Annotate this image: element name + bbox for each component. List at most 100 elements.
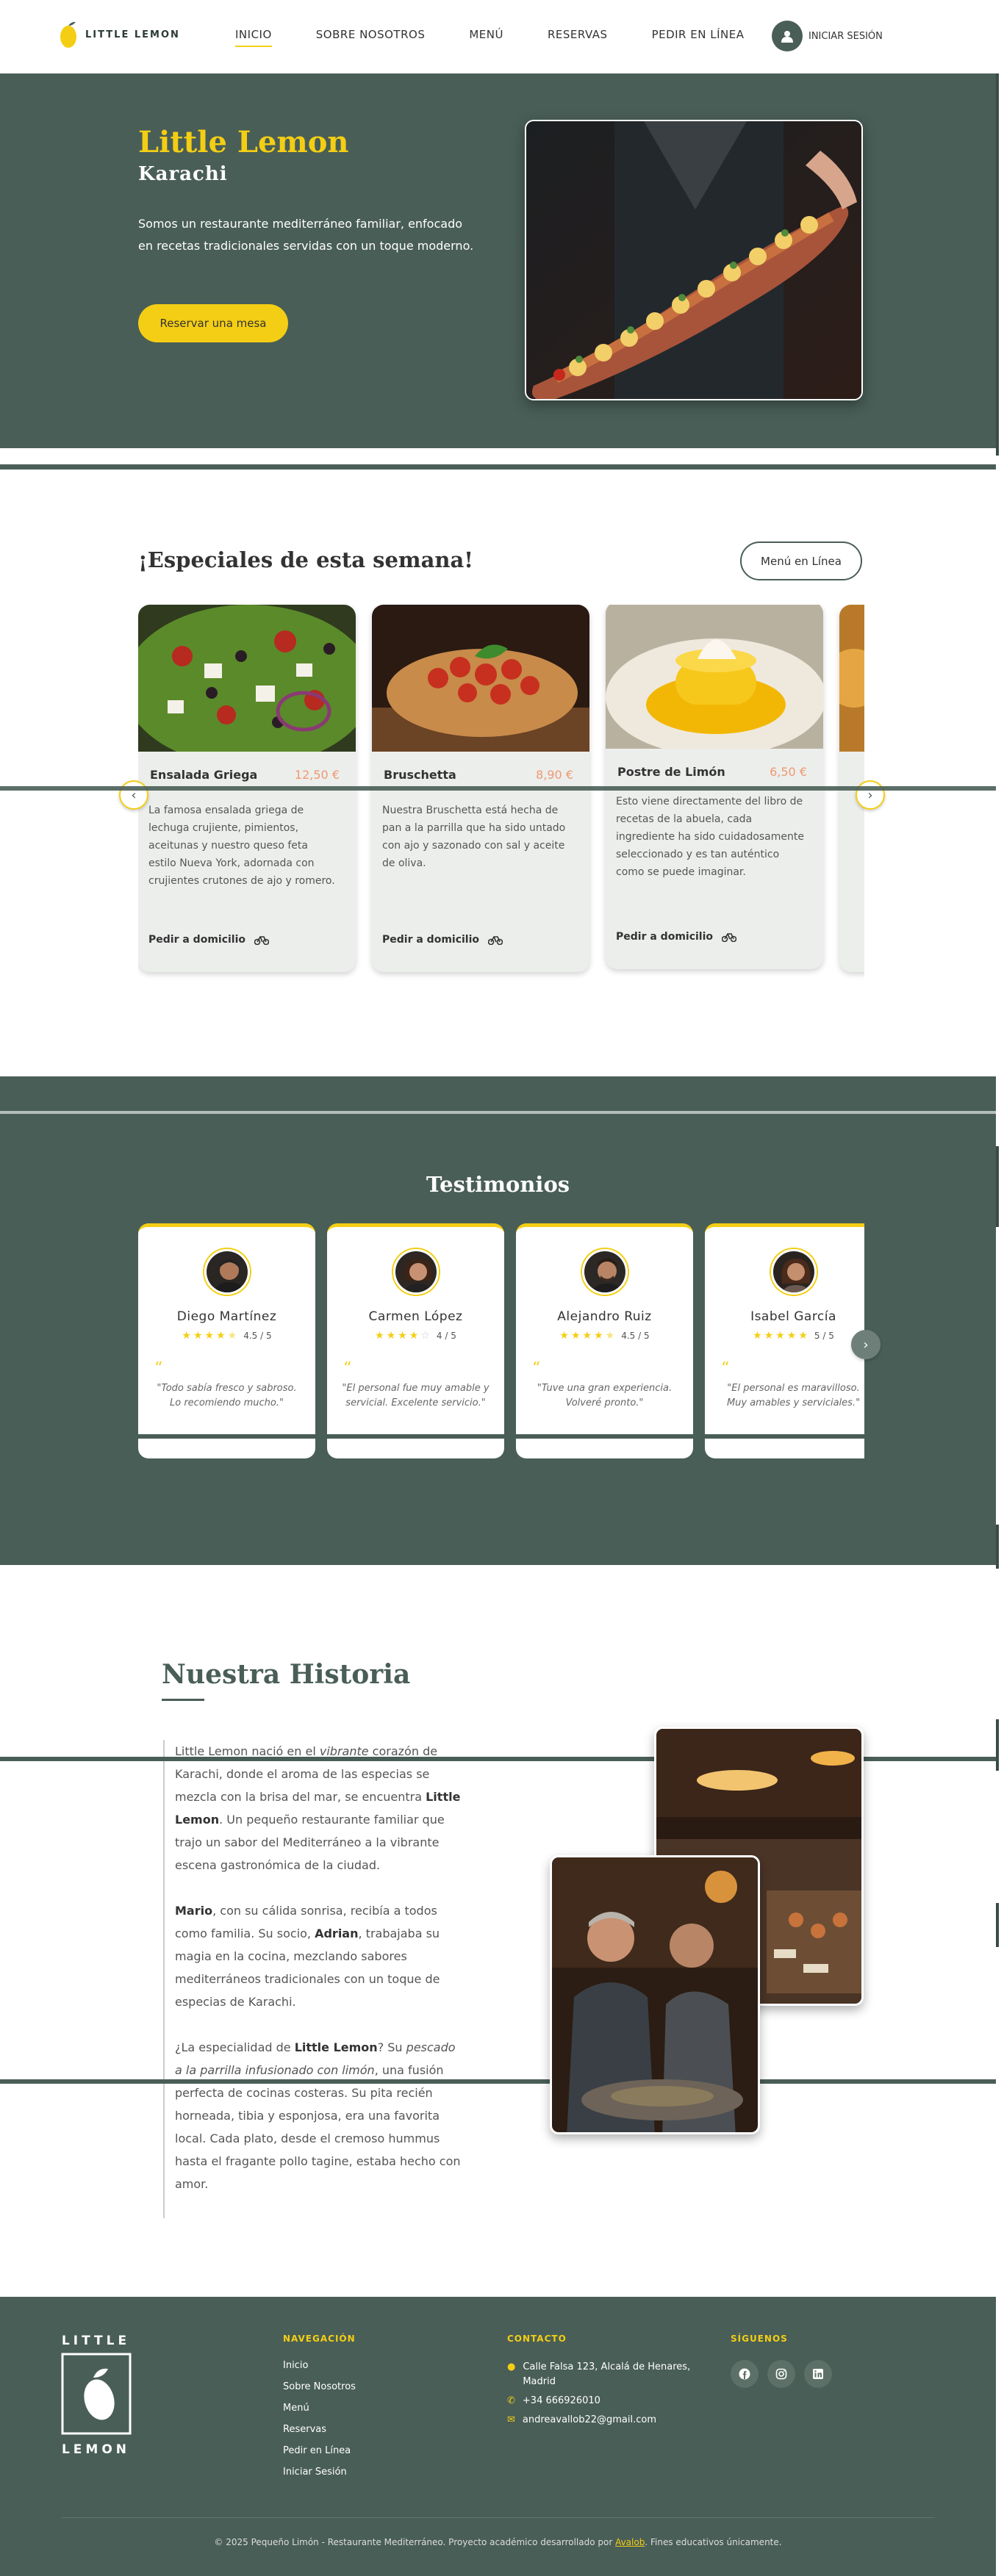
card-title: Bruschetta [384, 768, 456, 782]
nav-inicio[interactable]: INICIO [235, 28, 272, 47]
email-text: andreavallob22@gmail.com [522, 2414, 657, 2425]
testimonial-card: Isabel García ★★★★★ 5 / 5 “ "El personal … [705, 1223, 864, 1458]
testimonial-quote: "Todo sabía fresco y sabroso. Lo recomie… [157, 1383, 297, 1408]
order-delivery-link[interactable]: Pedir a domicilio [616, 931, 737, 943]
footer-address: ● Calle Falsa 123, Alcalá de Henares, Ma… [507, 2360, 698, 2389]
scrollbar-track [0, 1111, 996, 1114]
reviewer-name: Carmen López [368, 1309, 463, 1324]
author-link[interactable]: Avalob [615, 2537, 645, 2547]
card-title: Ensalada Griega [150, 768, 258, 782]
testimonials-carousel: Diego Martínez ★★★★★ 4.5 / 5 “ "Todo sabí… [138, 1223, 864, 1466]
logo[interactable]: LITTLE LEMON [59, 19, 180, 50]
scrollbar-thumb[interactable] [996, 1903, 999, 1947]
star-rating: ★★★★☆ 4 / 5 [375, 1330, 456, 1342]
footer-link-iniciar-sesion[interactable]: Iniciar Sesión [283, 2467, 356, 2478]
footer-logo-top: LITTLE [61, 2334, 131, 2348]
footer-contact: CONTACTO ● Calle Falsa 123, Alcalá de He… [507, 2334, 698, 2432]
footer-link-inicio[interactable]: Inicio [283, 2360, 356, 2371]
hero-title: Little Lemon [138, 125, 349, 159]
testimonial-card: Alejandro Ruiz ★★★★★ 4.5 / 5 “ "Tuve una … [516, 1223, 693, 1458]
facebook-icon[interactable] [731, 2360, 759, 2388]
footer-link-pedir-en-linea[interactable]: Pedir en Línea [283, 2445, 356, 2456]
testimonials-section: Testimonios Diego Martínez ★★★★★ 4.5 / 5 … [0, 1076, 996, 1565]
card-price: 12,50 € [294, 768, 340, 782]
footer-nav-heading: NAVEGACIÓN [283, 2334, 356, 2344]
nav-pedir-en-linea[interactable]: PEDIR EN LÍNEA [652, 28, 745, 41]
reviewer-name: Alejandro Ruiz [557, 1309, 652, 1324]
history-title: Nuestra Historia [162, 1659, 411, 1690]
chefs-image [550, 1855, 760, 2134]
quote-icon: “ [532, 1359, 541, 1378]
order-delivery-link[interactable]: Pedir a domicilio [382, 934, 503, 946]
footer-link-sobre-nosotros[interactable]: Sobre Nosotros [283, 2381, 356, 2392]
card-title: Postre de Limón [617, 765, 725, 779]
site-footer: LITTLE LEMON NAVEGACIÓN Inicio Sobre Nos… [0, 2297, 996, 2576]
bruschetta-image [372, 605, 589, 752]
online-menu-button[interactable]: Menú en Línea [740, 542, 862, 580]
testimonials-next-button[interactable]: › [851, 1330, 881, 1359]
scrollbar-thumb[interactable] [996, 73, 999, 456]
footer-contact-heading: CONTACTO [507, 2334, 567, 2344]
history-text: Little Lemon nació en el vibrante corazó… [163, 1740, 465, 2218]
history-paragraph-3: ¿La especialidad de Little Lemon? Su pes… [175, 2040, 461, 2191]
avatar [392, 1249, 439, 1295]
avatar [581, 1249, 628, 1295]
scrollbar-thumb[interactable] [996, 1525, 999, 1569]
carousel-next-button[interactable]: › [856, 780, 885, 810]
specials-title: ¡Especiales de esta semana! [138, 547, 473, 572]
history-underline [162, 1699, 204, 1701]
order-delivery-label: Pedir a domicilio [382, 934, 480, 946]
testimonials-title: Testimonios [426, 1172, 570, 1197]
footer-link-menu[interactable]: Menú [283, 2403, 356, 2414]
quote-icon: “ [343, 1359, 352, 1378]
hero-description: Somos un restaurante mediterráneo famili… [138, 217, 474, 253]
instagram-icon[interactable] [767, 2360, 795, 2388]
hero-subtitle: Karachi [138, 163, 228, 185]
testimonial-quote: "El personal es maravilloso. Muy amables… [726, 1383, 861, 1408]
star-rating: ★★★★★ 4.5 / 5 [182, 1330, 272, 1342]
scrollbar-thumb[interactable] [996, 1146, 999, 1227]
bike-icon [722, 933, 737, 942]
reviewer-name: Isabel García [750, 1309, 836, 1324]
footer-phone[interactable]: ✆ +34 666926010 [507, 2394, 698, 2408]
rating-score: 4.5 / 5 [621, 1331, 650, 1341]
bike-icon [254, 936, 270, 945]
nav-menu[interactable]: MENÚ [469, 28, 503, 41]
bike-icon [488, 936, 503, 945]
login-button[interactable]: INICIAR SESIÓN [772, 21, 883, 51]
scrollbar-thumb[interactable] [996, 1719, 999, 1771]
address-text: Calle Falsa 123, Alcalá de Henares, Madr… [523, 2361, 691, 2387]
footer-logo[interactable]: LITTLE LEMON [61, 2334, 132, 2457]
avatar [204, 1249, 250, 1295]
carousel-prev-button[interactable]: ‹ [119, 780, 148, 810]
user-icon [772, 21, 803, 51]
footer-email[interactable]: ✉ andreavallob22@gmail.com [507, 2413, 698, 2428]
lemon-dessert-image [606, 605, 823, 756]
nav-sobre-nosotros[interactable]: SOBRE NOSOTROS [316, 28, 426, 41]
footer-social-heading: SÍGUENOS [731, 2334, 788, 2344]
reviewer-name: Diego Martínez [176, 1309, 277, 1324]
footer-link-reservas[interactable]: Reservas [283, 2424, 356, 2435]
login-label: INICIAR SESIÓN [808, 30, 883, 42]
copyright-text: © 2025 Pequeño Limón - Restaurante Medit… [214, 2537, 782, 2547]
lemon-logo-icon [61, 2353, 132, 2435]
main-nav: INICIO SOBRE NOSOTROS MENÚ RESERVAS PEDI… [235, 28, 788, 47]
rating-score: 4 / 5 [436, 1331, 456, 1341]
reserve-table-button[interactable]: Reservar una mesa [138, 304, 288, 342]
scrollbar-track [0, 464, 996, 469]
footer-logo-bottom: LEMON [61, 2442, 131, 2457]
order-delivery-link[interactable]: Pedir a domicilio [148, 934, 270, 946]
lemon-logo-icon [60, 21, 76, 48]
testimonial-quote: "Tuve una gran experiencia. Volveré pron… [537, 1383, 673, 1408]
rating-score: 5 / 5 [814, 1331, 834, 1341]
avatar [770, 1249, 817, 1295]
linkedin-icon[interactable] [804, 2360, 832, 2388]
nav-reservas[interactable]: RESERVAS [548, 28, 608, 41]
dish-image [839, 605, 864, 752]
site-header: LITTLE LEMON INICIO SOBRE NOSOTROS MENÚ … [0, 0, 996, 73]
specials-carousel: Ensalada Griega 12,50 € La famosa ensala… [138, 605, 864, 987]
order-delivery-label: Pedir a domicilio [148, 934, 246, 946]
card-price: 6,50 € [770, 765, 807, 779]
scrollbar-track [0, 2079, 996, 2084]
quote-icon: “ [721, 1359, 730, 1378]
